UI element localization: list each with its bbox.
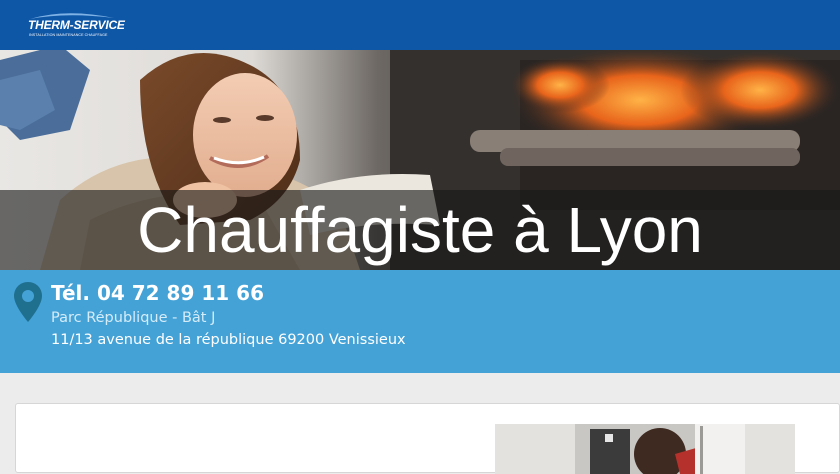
address-line-2: 11/13 avenue de la république 69200 Veni… [51, 332, 406, 348]
site-logo[interactable]: THERM-SERVICE INSTALLATION MAINTENANCE C… [26, 10, 125, 40]
technician-photo [495, 424, 795, 474]
hero-banner: Chauffagiste à Lyon [0, 50, 840, 270]
phone-number[interactable]: Tél. 04 72 89 11 66 [51, 281, 264, 305]
technician-photo-graphic [495, 424, 795, 474]
map-pin-icon [14, 282, 42, 322]
logo-tagline: INSTALLATION MAINTENANCE CHAUFFAGE [29, 33, 108, 37]
address-line-1: Parc République - Bât J [51, 310, 216, 326]
contact-strip: Tél. 04 72 89 11 66 Parc République - Bâ… [0, 270, 840, 373]
logo-brand-name: THERM-SERVICE [28, 18, 125, 32]
content-card [15, 403, 840, 474]
hero-title: Chauffagiste à Lyon [137, 194, 703, 266]
header-bar: THERM-SERVICE INSTALLATION MAINTENANCE C… [0, 0, 840, 50]
